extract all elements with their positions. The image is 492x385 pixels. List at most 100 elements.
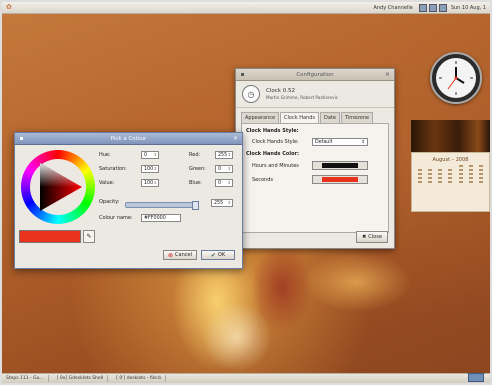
saturation-spin[interactable]: 100 ⇕ — [141, 165, 159, 173]
sv-triangle[interactable] — [30, 159, 86, 215]
clock-app-icon: ◷ — [242, 85, 260, 103]
seconds-color-button[interactable] — [312, 175, 368, 184]
green-field: Green: 0 ⇕ — [189, 165, 233, 173]
update-icon[interactable] — [428, 3, 437, 12]
taskbar-item[interactable]: [ 0'] desklets - file:b — [112, 375, 167, 382]
opacity-slider-thumb[interactable] — [192, 201, 199, 210]
tab-timezone[interactable]: Timezone — [340, 112, 374, 123]
close-icon[interactable]: × — [384, 71, 391, 78]
calendar-day-cell[interactable] — [428, 165, 432, 167]
colour-name-input[interactable]: #FF0000 — [141, 214, 181, 222]
window-menu-icon[interactable]: ▪ — [18, 135, 25, 142]
style-label: Clock Hands Style: — [252, 139, 299, 145]
clock-face — [436, 58, 476, 98]
pick-title: Pick a Colour — [110, 135, 147, 142]
calendar-desklet[interactable]: August – 2008 — [411, 120, 490, 212]
calendar-day-cell[interactable] — [478, 173, 483, 175]
calendar-day-cell[interactable] — [418, 177, 423, 179]
clock-desklet[interactable] — [430, 52, 482, 104]
pick-titlebar[interactable]: ▪ Pick a Colour × — [15, 133, 242, 145]
calendar-day-cell[interactable] — [458, 177, 463, 179]
hue-spin[interactable]: 0 ⇕ — [141, 151, 159, 159]
calendar-day-cell[interactable] — [448, 169, 453, 171]
calendar-day-cell[interactable] — [458, 173, 463, 175]
calendar-day-cell[interactable] — [458, 165, 463, 167]
cancel-button[interactable]: ⊗ Cancel — [163, 250, 197, 260]
style-section-header: Clock Hands Style: — [246, 128, 299, 134]
ok-check-icon: ✔ — [210, 251, 216, 259]
colour-name-field: Colour name: #FF0000 — [99, 214, 181, 222]
calendar-day-cell[interactable] — [438, 177, 443, 179]
style-row: Clock Hands Style: Default ⇕ — [252, 138, 384, 146]
eyedropper-icon[interactable]: ✎ — [83, 230, 95, 243]
hue-ring[interactable] — [21, 150, 95, 224]
calendar-day-cell[interactable] — [418, 181, 423, 183]
taskbar-item[interactable]: Steps 111 - Gu... — [2, 375, 49, 382]
calendar-day-cell[interactable] — [478, 177, 483, 179]
calendar-day-cell[interactable] — [438, 165, 442, 167]
calendar-day-cell[interactable] — [468, 173, 473, 175]
tab-appearance[interactable]: Appearance — [241, 112, 280, 123]
calendar-day-cell[interactable] — [478, 165, 483, 167]
calendar-day-cell[interactable] — [438, 181, 443, 183]
user-name[interactable]: Andy Channelle — [374, 5, 413, 11]
network-icon[interactable] — [418, 3, 427, 12]
calendar-day-cell[interactable] — [468, 165, 473, 167]
calendar-day-cell[interactable] — [428, 173, 433, 175]
close-icon[interactable]: × — [232, 135, 239, 142]
calendar-day-cell[interactable] — [478, 169, 483, 171]
calendar-photo — [411, 120, 490, 152]
cancel-button-label: Cancel — [175, 252, 192, 258]
config-header: ◷ Clock 0.52 Martin Grimme, Robert Pasti… — [236, 81, 394, 108]
calendar-day-cell[interactable] — [418, 165, 422, 167]
spin-arrows-icon: ⇕ — [227, 166, 231, 171]
volume-icon[interactable] — [438, 3, 447, 12]
opacity-value-field: 255 ⇕ — [211, 199, 233, 207]
taskbar-item[interactable]: [ 0x] Gdesklets Shell — [53, 375, 109, 382]
menu-logo-icon[interactable]: ✿ — [6, 4, 15, 11]
calendar-day-cell[interactable] — [468, 177, 473, 179]
value-spin[interactable]: 100 ⇕ — [141, 179, 159, 187]
blue-spin[interactable]: 0 ⇕ — [215, 179, 233, 187]
calendar-day-cell[interactable] — [428, 169, 433, 171]
cancel-icon: ⊗ — [168, 251, 174, 259]
calendar-day-cell[interactable] — [438, 169, 443, 171]
colour-name-label: Colour name: — [99, 215, 133, 221]
top-panel: ✿ Andy Channelle Sun 10 Aug, 1 — [2, 2, 490, 14]
window-menu-icon[interactable]: ▪ — [239, 71, 246, 78]
clock-applet[interactable]: Sun 10 Aug, 1 — [451, 5, 486, 11]
calendar-day-cell[interactable] — [448, 173, 453, 175]
calendar-day-cell[interactable] — [448, 165, 452, 167]
calendar-day-cell[interactable] — [468, 169, 473, 171]
calendar-day-cell[interactable] — [418, 169, 423, 171]
calendar-day-cell[interactable] — [448, 181, 453, 183]
opacity-spin[interactable]: 255 ⇕ — [211, 199, 233, 207]
calendar-day-cell[interactable] — [418, 173, 423, 175]
screen-frame: ✿ Andy Channelle Sun 10 Aug, 1 August – … — [0, 0, 492, 385]
calendar-day-cell[interactable] — [428, 177, 433, 179]
calendar-day-cell[interactable] — [448, 177, 453, 179]
seconds-label: Seconds — [252, 176, 274, 183]
ok-button[interactable]: ✔ OK — [201, 250, 235, 260]
close-button[interactable]: ✖ Close — [356, 231, 388, 243]
trash-icon[interactable] — [468, 373, 484, 382]
calendar-day-cell[interactable] — [478, 181, 483, 183]
config-titlebar[interactable]: ▪ Configuration × — [236, 69, 394, 81]
combo-arrows-icon: ⇕ — [361, 140, 365, 145]
tab-clock-hands[interactable]: Clock Hands — [280, 112, 319, 123]
calendar-day-cell[interactable] — [428, 181, 433, 183]
calendar-day-cell[interactable] — [458, 169, 463, 171]
close-x-icon: ✖ — [362, 234, 367, 240]
style-select[interactable]: Default ⇕ — [312, 138, 368, 146]
opacity-slider[interactable] — [125, 201, 199, 210]
hue-field: Hue: 0 ⇕ — [99, 151, 159, 159]
calendar-day-cell[interactable] — [458, 181, 463, 183]
close-button-label: Close — [368, 234, 382, 240]
red-spin[interactable]: 255 ⇕ — [215, 151, 233, 159]
hm-color-button[interactable] — [312, 161, 368, 170]
calendar-day-cell[interactable] — [468, 181, 473, 183]
calendar-day-cell[interactable] — [438, 173, 443, 175]
green-spin[interactable]: 0 ⇕ — [215, 165, 233, 173]
hue-value: 0 — [144, 153, 148, 158]
tab-date[interactable]: Date — [319, 112, 340, 123]
